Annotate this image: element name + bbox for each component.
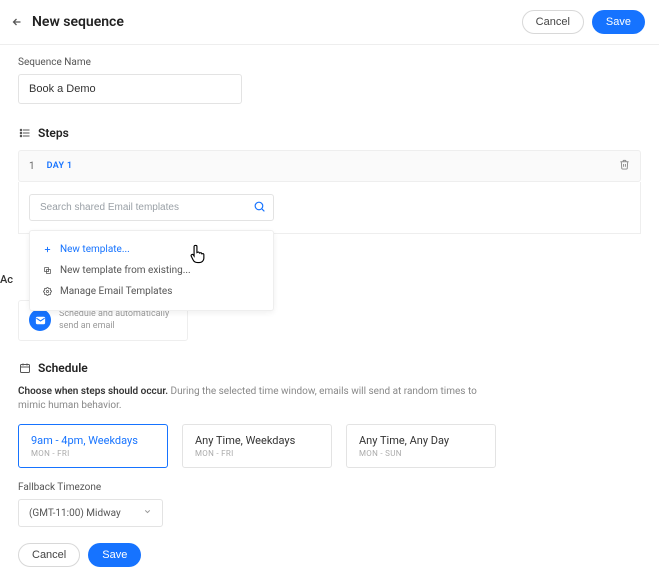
schedule-option-2[interactable]: Any Time, Weekdays MON - FRI [182, 424, 332, 468]
save-button-bottom[interactable]: Save [88, 543, 141, 567]
step-body: New template... New template from existi… [18, 182, 641, 234]
calendar-icon [18, 361, 32, 375]
schedule-option-1[interactable]: 9am - 4pm, Weekdays MON - FRI [18, 424, 168, 468]
save-button-top[interactable]: Save [592, 10, 645, 34]
new-from-existing-label: New template from existing... [60, 265, 191, 276]
steps-heading-label: Steps [38, 126, 69, 140]
step-day-label: DAY 1 [47, 161, 73, 171]
timezone-label: Fallback Timezone [18, 482, 641, 493]
schedule-option-3[interactable]: Any Time, Any Day MON - SUN [346, 424, 496, 468]
chevron-down-icon [143, 507, 152, 519]
manage-templates-label: Manage Email Templates [60, 286, 172, 297]
schedule-description: Choose when steps should occur. During t… [18, 385, 488, 412]
schedule-heading-label: Schedule [38, 361, 88, 375]
cancel-button-top[interactable]: Cancel [522, 10, 584, 34]
actions-heading: Ac [0, 273, 13, 286]
page-title: New sequence [32, 14, 124, 30]
schedule-option-1-title: 9am - 4pm, Weekdays [31, 434, 155, 447]
schedule-options: 9am - 4pm, Weekdays MON - FRI Any Time, … [18, 424, 641, 468]
schedule-option-2-title: Any Time, Weekdays [195, 434, 319, 447]
steps-heading: Steps [18, 126, 641, 140]
new-from-existing-item[interactable]: New template from existing... [30, 260, 273, 281]
new-template-label: New template... [60, 244, 130, 255]
manage-templates-item[interactable]: Manage Email Templates [30, 281, 273, 302]
mail-icon [29, 309, 51, 331]
auto-email-desc: Schedule and automatically send an email [59, 309, 177, 332]
sequence-name-label: Sequence Name [18, 57, 641, 68]
delete-step-icon[interactable] [619, 159, 630, 173]
schedule-option-2-sub: MON - FRI [195, 449, 319, 458]
steps-icon [18, 126, 32, 140]
template-search-input[interactable] [29, 194, 274, 221]
schedule-option-3-title: Any Time, Any Day [359, 434, 483, 447]
schedule-heading: Schedule [18, 361, 641, 375]
back-arrow-icon[interactable] [10, 15, 24, 29]
step-header-bar: 1 DAY 1 [18, 150, 641, 182]
new-template-item[interactable]: New template... [30, 239, 273, 260]
schedule-desc-bold: Choose when steps should occur. [18, 386, 168, 397]
main-content: Sequence Name Steps 1 DAY 1 [0, 45, 659, 567]
top-bar: New sequence Cancel Save [0, 0, 659, 45]
timezone-value: (GMT-11:00) Midway [29, 508, 121, 519]
schedule-option-1-sub: MON - FRI [31, 449, 155, 458]
step-number: 1 [29, 161, 35, 172]
schedule-option-3-sub: MON - SUN [359, 449, 483, 458]
template-dropdown: New template... New template from existi… [29, 230, 274, 311]
plus-icon [42, 244, 53, 255]
timezone-select[interactable]: (GMT-11:00) Midway [18, 499, 163, 527]
copy-icon [42, 265, 53, 276]
gear-icon [42, 286, 53, 297]
cancel-button-bottom[interactable]: Cancel [18, 543, 80, 567]
sequence-name-input[interactable] [18, 74, 242, 104]
